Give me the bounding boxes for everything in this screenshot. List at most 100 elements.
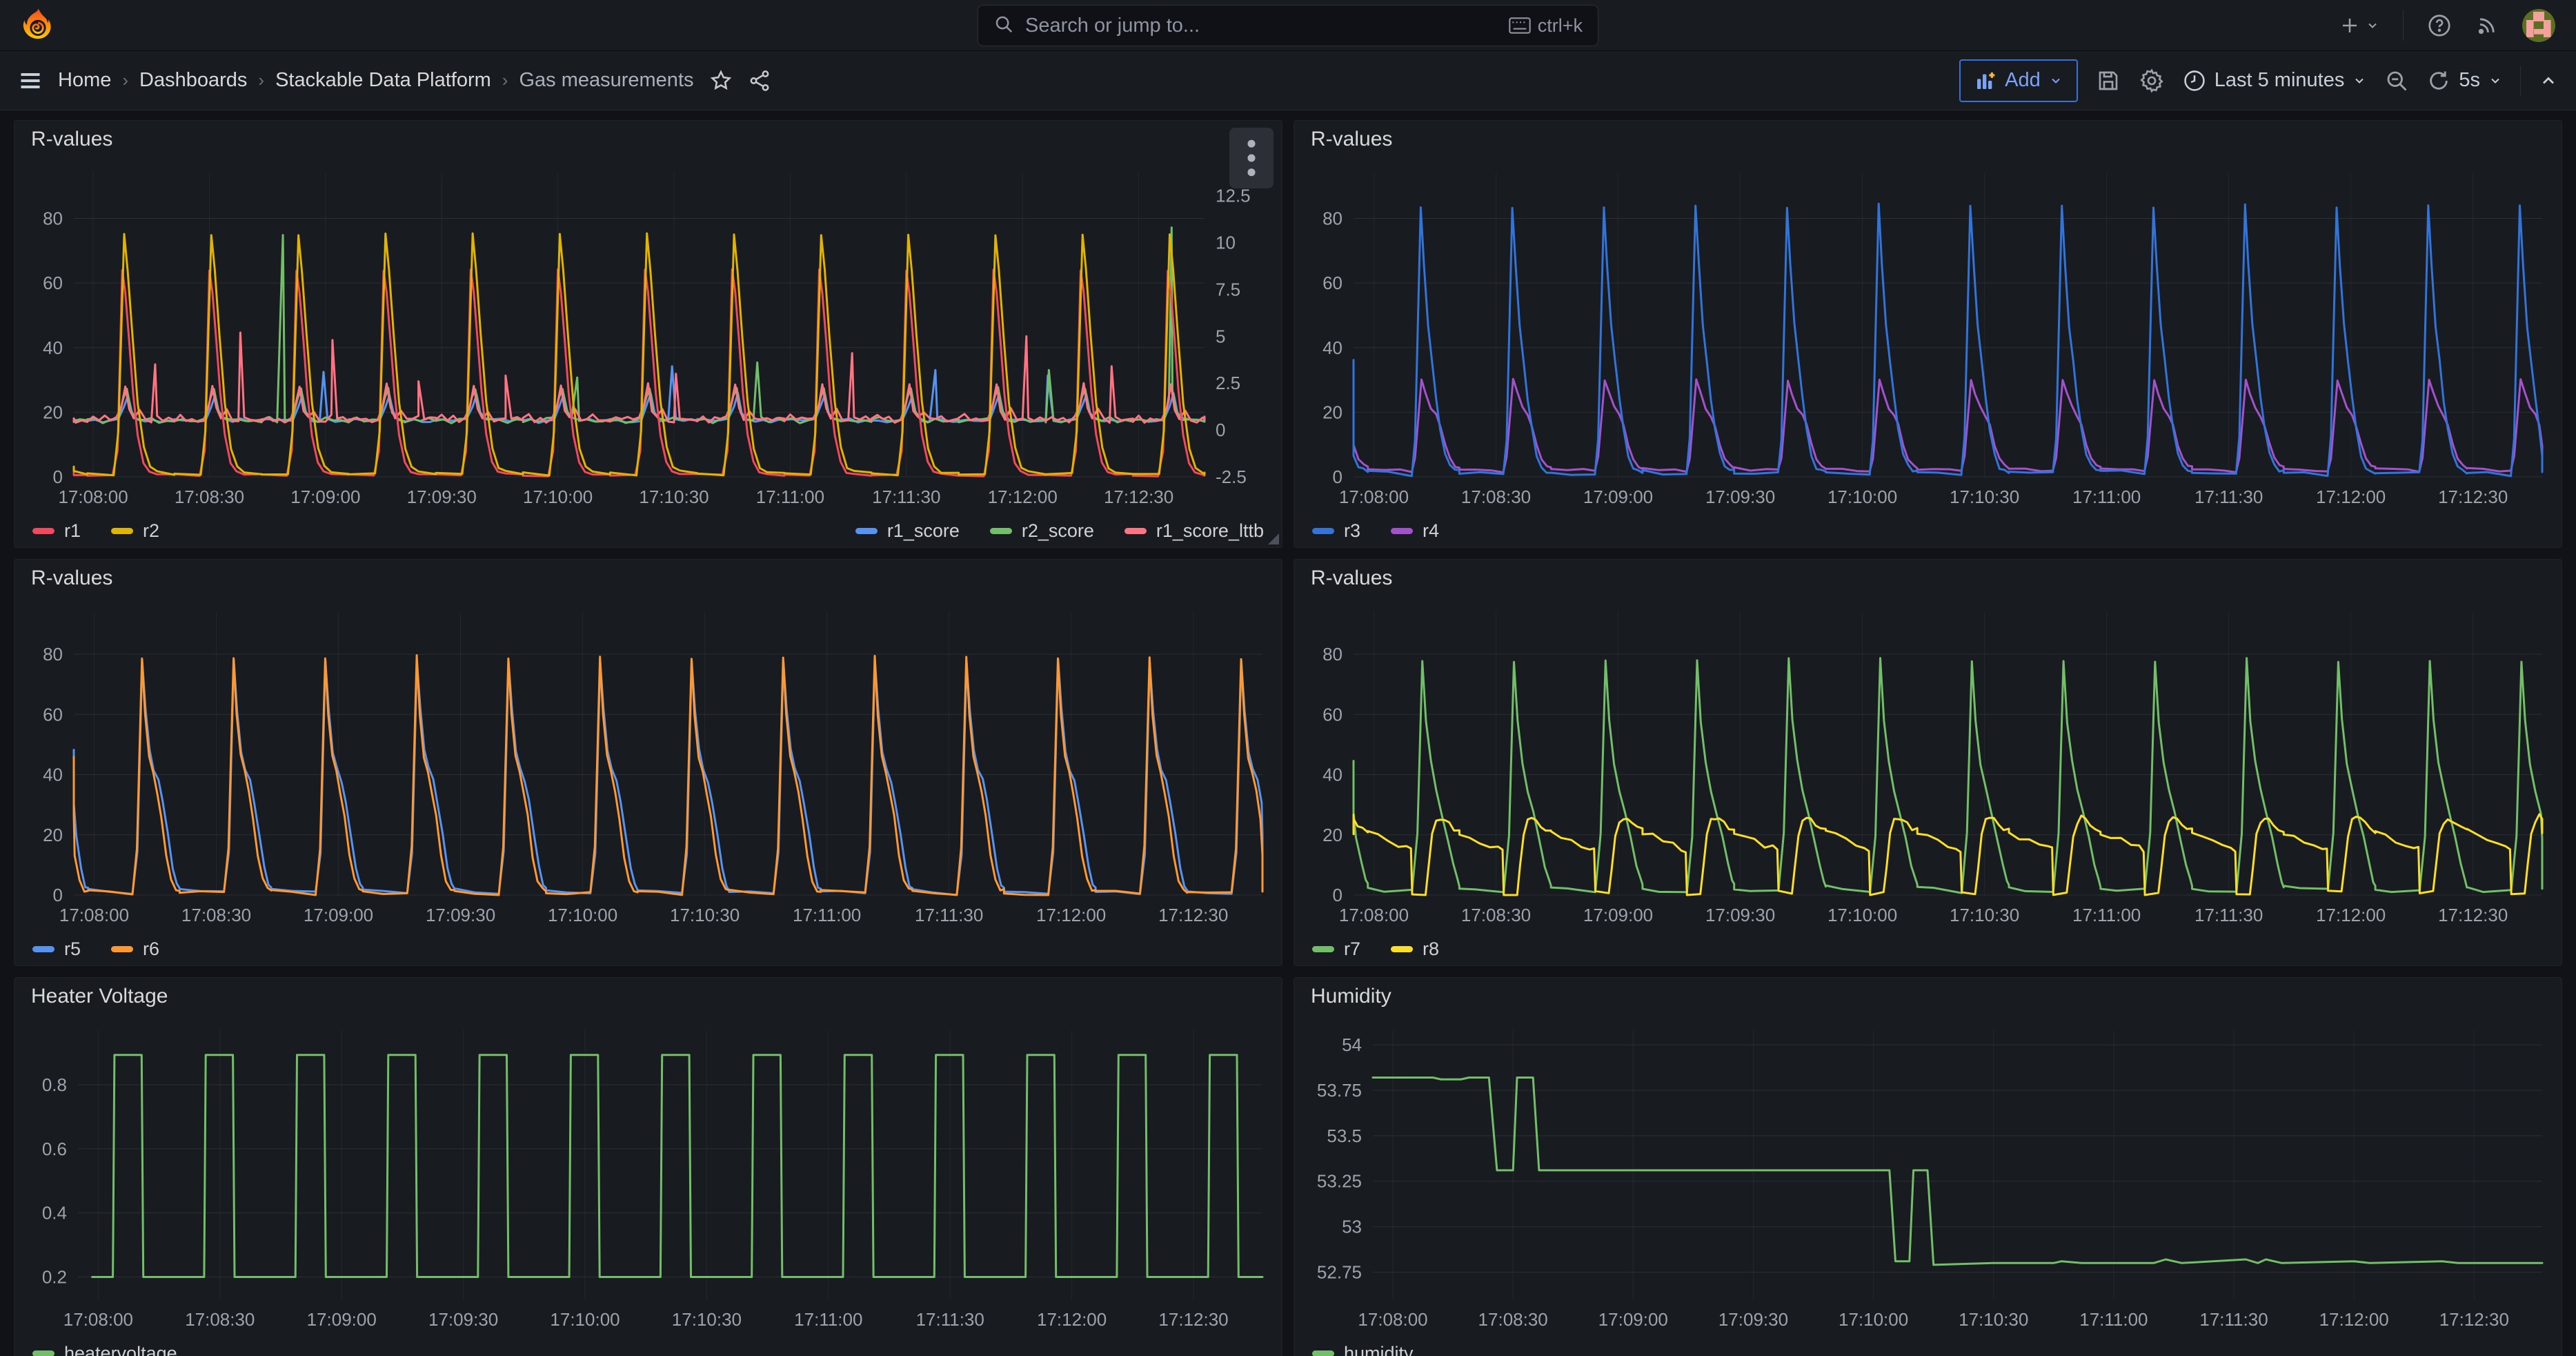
- dashboard-settings-button[interactable]: [2139, 68, 2165, 94]
- time-range-picker[interactable]: Last 5 minutes: [2183, 69, 2367, 92]
- refresh-picker[interactable]: 5s: [2427, 69, 2502, 92]
- panel-title[interactable]: R-values: [31, 567, 112, 590]
- chevron-down-icon: [2488, 74, 2502, 88]
- zoom-out-button[interactable]: [2384, 68, 2409, 93]
- svg-text:17:12:00: 17:12:00: [2319, 1309, 2389, 1330]
- legend-item[interactable]: r1_score: [855, 514, 960, 547]
- chart-legend: heatervoltage: [14, 1335, 1282, 1356]
- legend-label: humidity: [1344, 1343, 1414, 1356]
- svg-text:60: 60: [1322, 273, 1343, 293]
- svg-text:20: 20: [43, 825, 63, 845]
- new-menu-button[interactable]: [2339, 15, 2379, 36]
- timeseries-chart[interactable]: 17:08:0017:08:3017:09:0017:09:3017:10:00…: [14, 597, 1282, 931]
- svg-text:17:11:00: 17:11:00: [2072, 905, 2141, 925]
- breadcrumb-folder[interactable]: Stackable Data Platform: [275, 69, 491, 92]
- svg-text:2.5: 2.5: [1216, 373, 1240, 393]
- menu-toggle-button[interactable]: [18, 68, 43, 93]
- breadcrumb-home[interactable]: Home: [58, 69, 111, 92]
- legend-item[interactable]: heatervoltage: [32, 1337, 177, 1356]
- svg-text:0: 0: [1333, 885, 1343, 905]
- legend-item[interactable]: r1: [32, 514, 81, 547]
- legend-item[interactable]: humidity: [1312, 1337, 1414, 1356]
- legend-item[interactable]: r5: [32, 932, 81, 965]
- chevron-right-icon: ›: [502, 70, 508, 91]
- grafana-logo[interactable]: [21, 7, 55, 44]
- panel-menu-button[interactable]: [1229, 128, 1274, 188]
- chart-legend: r7 r8: [1294, 931, 2562, 965]
- svg-text:17:11:00: 17:11:00: [793, 905, 861, 925]
- dashboard-toolbar: Home › Dashboards › Stackable Data Platf…: [0, 51, 2576, 110]
- panel-heater-voltage: Heater Voltage 17:08:0017:08:3017:09:001…: [14, 977, 1282, 1356]
- keyboard-icon: [1509, 17, 1531, 34]
- timeseries-chart[interactable]: 17:08:0017:08:3017:09:0017:09:3017:10:00…: [1294, 158, 2562, 513]
- svg-text:0: 0: [1216, 420, 1225, 440]
- svg-text:17:08:30: 17:08:30: [1478, 1309, 1548, 1330]
- search-input[interactable]: [1025, 14, 1498, 37]
- legend-swatch: [1312, 1350, 1334, 1356]
- legend-item[interactable]: r3: [1312, 514, 1360, 547]
- svg-text:17:08:30: 17:08:30: [175, 487, 244, 507]
- svg-text:20: 20: [1322, 402, 1343, 422]
- svg-text:53.5: 53.5: [1327, 1126, 1362, 1146]
- legend-label: r7: [1344, 939, 1360, 960]
- legend-item[interactable]: r4: [1391, 514, 1439, 547]
- svg-text:17:10:00: 17:10:00: [1827, 487, 1897, 507]
- svg-text:17:12:00: 17:12:00: [988, 487, 1058, 507]
- legend-item[interactable]: r2_score: [990, 514, 1094, 547]
- svg-text:17:09:00: 17:09:00: [307, 1309, 377, 1330]
- panel-title[interactable]: R-values: [1311, 567, 1392, 590]
- svg-text:17:09:30: 17:09:30: [428, 1309, 498, 1330]
- avatar[interactable]: [2522, 9, 2555, 42]
- svg-text:80: 80: [43, 208, 63, 229]
- save-dashboard-button[interactable]: [2096, 68, 2121, 93]
- panel-title[interactable]: R-values: [1311, 128, 1392, 151]
- favorite-button[interactable]: [709, 69, 733, 92]
- panel-r-values-2: R-values 17:08:0017:08:3017:09:0017:09:3…: [1294, 120, 2562, 548]
- svg-text:17:09:30: 17:09:30: [1718, 1309, 1788, 1330]
- divider: [2520, 66, 2521, 96]
- legend-item[interactable]: r7: [1312, 932, 1360, 965]
- add-panel-button[interactable]: Add: [1959, 59, 2078, 102]
- svg-text:0: 0: [53, 466, 63, 487]
- help-button[interactable]: [2427, 13, 2452, 38]
- timeseries-chart[interactable]: 17:08:0017:08:3017:09:0017:09:3017:10:00…: [14, 158, 1282, 513]
- hamburger-icon: [18, 68, 43, 93]
- legend-item[interactable]: r1_score_lttb: [1124, 514, 1264, 547]
- share-icon: [748, 69, 771, 92]
- chart-legend: humidity: [1294, 1335, 2562, 1356]
- svg-text:17:12:30: 17:12:30: [1104, 487, 1173, 507]
- legend-item[interactable]: r6: [111, 932, 159, 965]
- svg-text:17:11:00: 17:11:00: [2079, 1309, 2148, 1330]
- timeseries-chart[interactable]: 17:08:0017:08:3017:09:0017:09:3017:10:00…: [14, 1015, 1282, 1335]
- time-range-label: Last 5 minutes: [2215, 69, 2345, 92]
- chart-legend: r5 r6: [14, 931, 1282, 965]
- panel-title[interactable]: Humidity: [1311, 985, 1391, 1008]
- legend-item[interactable]: r8: [1391, 932, 1439, 965]
- legend-label: r6: [143, 939, 159, 960]
- timeseries-chart[interactable]: 17:08:0017:08:3017:09:0017:09:3017:10:00…: [1294, 597, 2562, 931]
- legend-label: r2_score: [1022, 520, 1094, 542]
- share-button[interactable]: [748, 69, 771, 92]
- svg-text:40: 40: [43, 765, 63, 785]
- collapse-toolbar-button[interactable]: [2539, 71, 2558, 90]
- chevron-down-icon: [2352, 74, 2366, 88]
- timeseries-chart[interactable]: 17:08:0017:08:3017:09:0017:09:3017:10:00…: [1294, 1015, 2562, 1335]
- divider: [2403, 10, 2404, 41]
- svg-text:17:09:00: 17:09:00: [1583, 905, 1653, 925]
- svg-text:17:08:00: 17:08:00: [58, 487, 128, 507]
- legend-label: r1_score: [887, 520, 960, 542]
- svg-text:17:10:30: 17:10:30: [639, 487, 709, 507]
- legend-label: r1: [64, 520, 81, 542]
- news-button[interactable]: [2475, 14, 2499, 37]
- panel-title[interactable]: Heater Voltage: [31, 985, 168, 1008]
- svg-text:17:10:00: 17:10:00: [550, 1309, 620, 1330]
- legend-item[interactable]: r2: [111, 514, 159, 547]
- panel-title[interactable]: R-values: [31, 128, 112, 151]
- breadcrumb-dashboards[interactable]: Dashboards: [139, 69, 247, 92]
- svg-text:0.4: 0.4: [42, 1203, 67, 1224]
- svg-text:40: 40: [1322, 337, 1343, 358]
- clock-icon: [2183, 69, 2206, 92]
- svg-text:17:09:30: 17:09:30: [1705, 487, 1775, 507]
- panel-resize-handle[interactable]: [1268, 533, 1279, 544]
- global-search[interactable]: ctrl+k: [978, 5, 1598, 46]
